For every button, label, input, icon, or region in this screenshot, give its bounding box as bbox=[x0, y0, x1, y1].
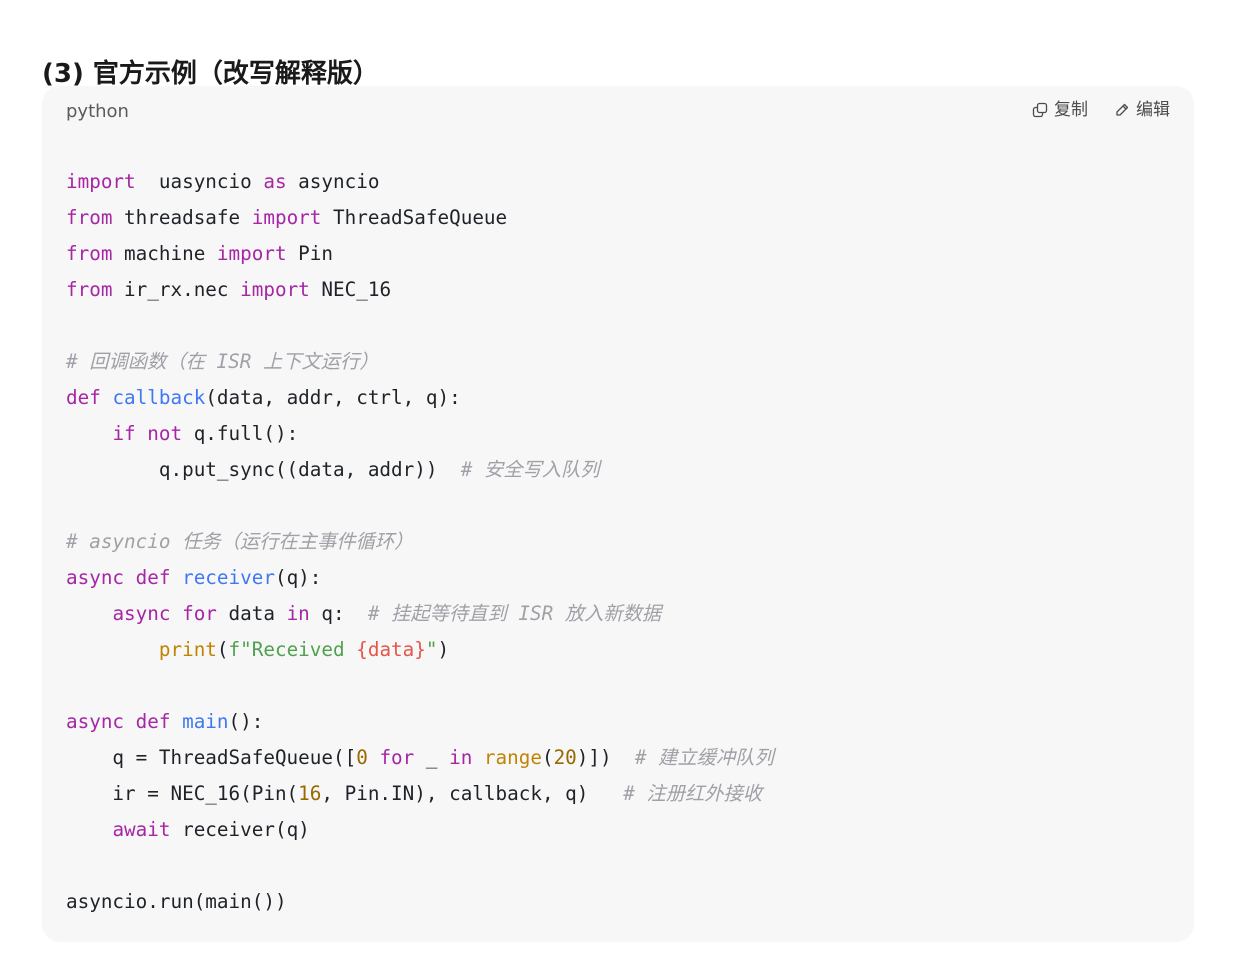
code-line: from machine import Pin bbox=[66, 242, 334, 265]
edit-button[interactable]: 编辑 bbox=[1114, 98, 1170, 122]
copy-label: 复制 bbox=[1054, 100, 1088, 120]
code-line: if not q.full(): bbox=[112, 422, 299, 445]
code-line: from ir_rx.nec import NEC_16 bbox=[66, 278, 392, 301]
code-block: python 复制 编辑 import uasyncio as asyncio f… bbox=[42, 86, 1194, 942]
code-line: q = ThreadSafeQueue([0 for _ in range(20… bbox=[66, 746, 774, 769]
edit-label: 编辑 bbox=[1136, 100, 1170, 120]
code-line: # asyncio 任务（运行在主事件循环） bbox=[66, 530, 414, 553]
code-content: import uasyncio as asyncio from threadsaf… bbox=[66, 164, 774, 920]
code-toolbar: 复制 编辑 bbox=[1032, 98, 1170, 122]
code-line: asyncio.run(main()) bbox=[66, 890, 287, 913]
code-line: async def receiver(q): bbox=[66, 566, 322, 589]
code-line: async for data in q: # 挂起等待直到 ISR 放入新数据 bbox=[112, 602, 662, 625]
pencil-icon bbox=[1114, 102, 1130, 118]
code-line: ir = NEC_16(Pin(16, Pin.IN), callback, q… bbox=[66, 782, 763, 805]
code-line: q.put_sync((data, addr)) # 安全写入队列 bbox=[66, 458, 600, 481]
code-line: import uasyncio as asyncio bbox=[66, 170, 380, 193]
copy-button[interactable]: 复制 bbox=[1032, 98, 1088, 122]
code-line: # 回调函数（在 ISR 上下文运行） bbox=[66, 350, 379, 373]
copy-icon bbox=[1032, 102, 1048, 118]
code-line: def callback(data, addr, ctrl, q): bbox=[66, 386, 461, 409]
code-line: await receiver(q) bbox=[112, 818, 310, 841]
code-line: from threadsafe import ThreadSafeQueue bbox=[66, 206, 508, 229]
code-line: print(f"Received {data}") bbox=[158, 638, 450, 661]
code-language-label: python bbox=[66, 101, 129, 122]
code-line: async def main(): bbox=[66, 710, 264, 733]
